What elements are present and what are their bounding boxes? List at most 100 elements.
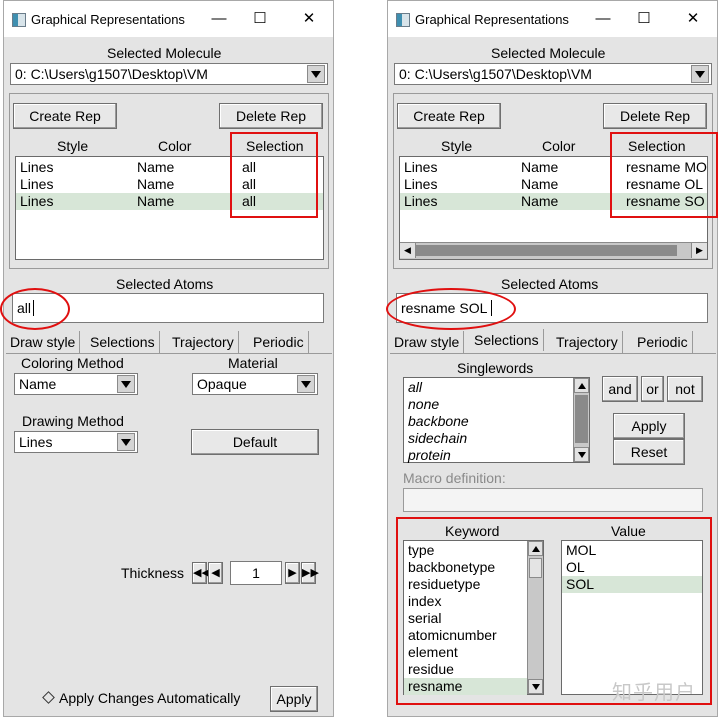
keyword-item[interactable]: serial (404, 610, 543, 627)
singleword-item[interactable]: all (404, 379, 589, 396)
graphical-representations-window-left: Graphical Representations — ☐ ✕ Selected… (0, 0, 334, 717)
rep-style: Lines (20, 193, 54, 209)
keyword-list[interactable]: type backbonetype residuetype index seri… (403, 540, 544, 695)
value-item-selected[interactable]: SOL (562, 576, 702, 593)
chevron-down-icon[interactable] (117, 433, 135, 451)
keyword-item[interactable]: residuetype (404, 576, 543, 593)
tab-selections[interactable]: Selections (86, 331, 160, 353)
scroll-thumb[interactable] (529, 558, 542, 578)
tab-periodic[interactable]: Periodic (249, 331, 309, 353)
tab-trajectory[interactable]: Trajectory (168, 331, 239, 353)
keyword-item[interactable]: element (404, 644, 543, 661)
tab-bar: Draw style Selections Trajectory Periodi… (6, 331, 332, 354)
or-button[interactable]: or (641, 376, 664, 402)
value-item[interactable]: MOL (562, 542, 702, 559)
singleword-item[interactable]: sidechain (404, 430, 589, 447)
coloring-method-label: Coloring Method (21, 355, 124, 371)
col-color-header: Color (158, 138, 192, 154)
singlewords-label: Singlewords (457, 360, 534, 376)
thickness-decrease-fast-button[interactable]: ◀◀ (192, 562, 210, 584)
thickness-input[interactable]: 1 (230, 561, 282, 585)
thickness-decrease-button[interactable]: ◀ (208, 562, 223, 584)
material-select[interactable]: Opaque (192, 373, 318, 395)
and-button[interactable]: and (602, 376, 638, 402)
create-rep-button[interactable]: Create Rep (13, 103, 117, 129)
chevron-down-icon[interactable] (307, 65, 325, 83)
rep-style: Lines (404, 159, 438, 175)
rep-style: Lines (20, 176, 54, 192)
rep-color: Name (137, 159, 175, 175)
window-title: Graphical Representations (31, 12, 185, 27)
tab-periodic[interactable]: Periodic (633, 331, 693, 353)
maximize-icon[interactable]: ☐ (244, 7, 276, 31)
minimize-icon[interactable]: — (587, 7, 619, 31)
singleword-item[interactable]: protein (404, 447, 589, 464)
tab-draw-style[interactable]: Draw style (6, 331, 81, 353)
rep-style: Lines (20, 159, 54, 175)
delete-rep-button[interactable]: Delete Rep (603, 103, 707, 129)
tab-selections[interactable]: Selections (470, 329, 544, 351)
tab-trajectory[interactable]: Trajectory (552, 331, 623, 353)
selected-atoms-label: Selected Atoms (116, 276, 214, 292)
maximize-icon[interactable]: ☐ (628, 7, 660, 31)
scroll-up-icon[interactable] (574, 378, 589, 393)
col-style-header: Style (57, 138, 89, 154)
thickness-increase-button[interactable]: ▶ (285, 562, 300, 584)
close-icon[interactable]: ✕ (293, 7, 325, 31)
tab-draw-style[interactable]: Draw style (390, 331, 465, 353)
drawing-method-select[interactable]: Lines (14, 431, 138, 453)
thickness-increase-fast-button[interactable]: ▶▶ (301, 562, 319, 584)
chevron-down-icon[interactable] (297, 375, 315, 393)
scroll-down-icon[interactable] (528, 679, 543, 694)
singleword-item[interactable]: backbone (404, 413, 589, 430)
title-bar: Graphical Representations — ☐ ✕ (388, 1, 717, 37)
molecule-select[interactable]: 0: C:\Users\g1507\Desktop\VM (10, 63, 328, 85)
scroll-thumb[interactable] (575, 395, 588, 443)
keyword-item[interactable]: index (404, 593, 543, 610)
apply-auto-checkbox[interactable]: Apply Changes Automatically (42, 690, 240, 706)
default-button[interactable]: Default (191, 429, 319, 455)
thickness-label: Thickness (121, 565, 185, 581)
singleword-item[interactable]: none (404, 396, 589, 413)
tab-bar: Draw style Selections Trajectory Periodi… (390, 329, 716, 354)
not-button[interactable]: not (667, 376, 703, 402)
keyword-item[interactable]: type (404, 542, 543, 559)
macro-definition-input[interactable] (403, 488, 703, 512)
minimize-icon[interactable]: — (203, 7, 235, 31)
value-item[interactable]: OL (562, 559, 702, 576)
scroll-left-icon[interactable]: ◀ (400, 243, 416, 258)
col-style-header: Style (441, 138, 473, 154)
reset-button[interactable]: Reset (613, 439, 685, 465)
singlewords-scrollbar[interactable] (573, 378, 589, 462)
scroll-right-icon[interactable]: ▶ (691, 243, 707, 258)
value-list[interactable]: MOL OL SOL (561, 540, 703, 695)
scroll-thumb[interactable] (416, 245, 677, 256)
selected-atoms-highlight (386, 288, 516, 330)
keyword-item[interactable]: residue (404, 661, 543, 678)
chevron-down-icon[interactable] (117, 375, 135, 393)
col-color-header: Color (542, 138, 576, 154)
keyword-scrollbar[interactable] (527, 541, 543, 694)
create-rep-button[interactable]: Create Rep (397, 103, 501, 129)
scroll-up-icon[interactable] (528, 541, 543, 556)
scroll-down-icon[interactable] (574, 447, 589, 462)
keyword-item[interactable]: atomicnumber (404, 627, 543, 644)
thickness-value: 1 (252, 565, 260, 581)
coloring-method-select[interactable]: Name (14, 373, 138, 395)
apply-button[interactable]: Apply (613, 413, 685, 439)
keyword-label: Keyword (445, 523, 500, 539)
keyword-item-selected[interactable]: resname (404, 678, 527, 695)
apply-button[interactable]: Apply (270, 686, 318, 712)
delete-rep-button[interactable]: Delete Rep (219, 103, 323, 129)
drawing-method-value: Lines (19, 434, 53, 450)
graphical-representations-window-right: Graphical Representations — ☐ ✕ Selected… (386, 0, 718, 717)
close-icon[interactable]: ✕ (677, 7, 709, 31)
molecule-select[interactable]: 0: C:\Users\g1507\Desktop\VM (394, 63, 712, 85)
keyword-item[interactable]: backbonetype (404, 559, 543, 576)
molecule-value: 0: C:\Users\g1507\Desktop\VM (399, 66, 592, 82)
chevron-down-icon[interactable] (691, 65, 709, 83)
rep-style: Lines (404, 193, 438, 209)
horizontal-scrollbar[interactable]: ◀ ▶ (400, 242, 707, 259)
rep-color: Name (521, 176, 559, 192)
singlewords-list[interactable]: all none backbone sidechain protein (403, 377, 590, 463)
